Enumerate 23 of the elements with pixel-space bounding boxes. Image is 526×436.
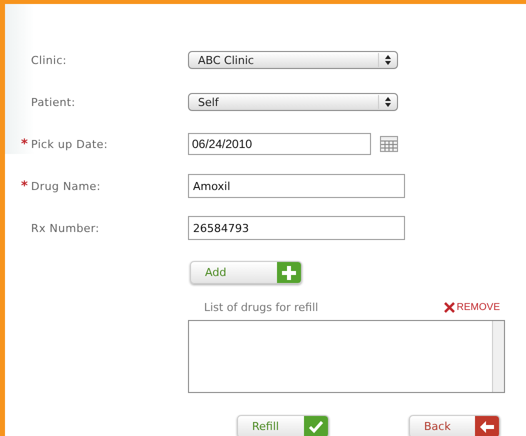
text-field[interactable]: 26584793 xyxy=(188,216,405,240)
field-label: Pick up Date: xyxy=(31,138,108,150)
dropdown-field[interactable]: ABC Clinic xyxy=(188,51,398,69)
required-asterisk: * xyxy=(21,178,29,194)
required-asterisk: * xyxy=(21,136,29,152)
field-label: Clinic: xyxy=(31,54,67,66)
refill-button[interactable]: Refill xyxy=(237,415,329,436)
calendar-icon[interactable] xyxy=(380,136,398,152)
remove-link[interactable]: REMOVE xyxy=(444,301,500,314)
text-field[interactable]: Amoxil xyxy=(188,174,405,198)
close-icon xyxy=(444,302,455,313)
list-label: List of drugs for refill xyxy=(204,301,318,314)
field-label: Patient: xyxy=(31,96,76,108)
field-label: Drug Name: xyxy=(31,180,101,192)
plus-icon xyxy=(277,262,301,283)
dropdown-field[interactable]: Self xyxy=(188,93,398,111)
drug-listbox[interactable] xyxy=(188,320,505,393)
field-label: Rx Number: xyxy=(31,222,100,234)
back-button[interactable]: Back xyxy=(409,415,500,436)
checkmark-icon xyxy=(304,416,328,436)
add-button[interactable]: Add xyxy=(190,261,302,284)
date-field[interactable]: 06/24/2010 xyxy=(188,133,371,155)
scrollbar[interactable] xyxy=(492,321,504,392)
